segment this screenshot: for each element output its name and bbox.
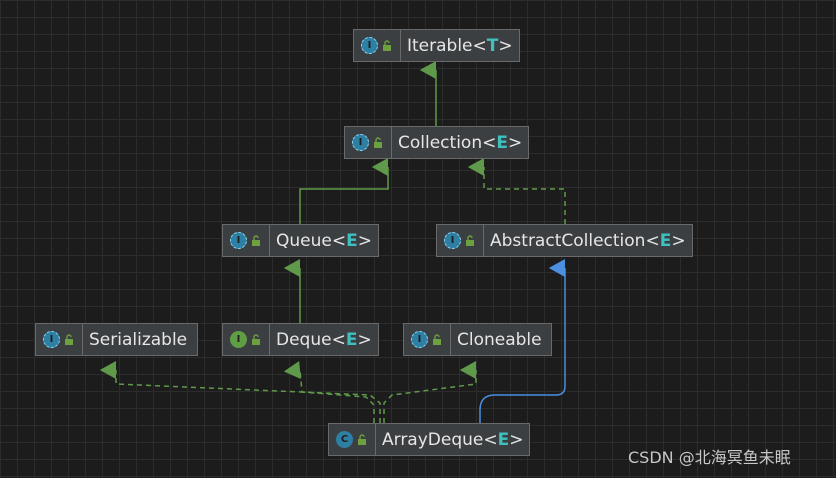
node-iterable[interactable]: I Iterable < T > — [353, 29, 520, 62]
lock-icon — [358, 433, 366, 445]
generic-close: > — [357, 230, 372, 251]
class-name: Cloneable — [457, 329, 542, 350]
class-name: ArrayDeque — [382, 429, 484, 450]
generic-close: > — [357, 329, 372, 350]
generic-close: > — [671, 230, 686, 251]
class-name: Collection — [398, 132, 483, 153]
class-name: Queue — [276, 230, 332, 251]
abstract-class-icon: I — [352, 134, 369, 151]
generic-close: > — [507, 132, 523, 153]
node-label: Iterable < T > — [401, 30, 513, 61]
watermark: CSDN @北海冥鱼未眠 — [628, 448, 791, 467]
abstract-class-icon: I — [411, 331, 428, 348]
node-label: Queue < E > — [270, 225, 372, 256]
class-name: AbstractCollection — [490, 230, 646, 251]
node-array-deque[interactable]: C ArrayDeque < E > — [328, 423, 530, 456]
lock-icon — [252, 234, 260, 246]
generic-open: < — [482, 132, 497, 153]
node-label: Serializable — [83, 324, 187, 355]
node-cloneable[interactable]: I Cloneable — [403, 323, 552, 356]
node-abstract-collection[interactable]: I AbstractCollection < E > — [436, 224, 693, 257]
lock-icon — [252, 333, 260, 345]
type-param: E — [497, 429, 510, 450]
type-param: E — [346, 230, 358, 251]
abstract-class-icon: I — [43, 331, 60, 348]
generic-open: < — [331, 329, 346, 350]
abstract-class-icon: I — [230, 232, 247, 249]
node-label: AbstractCollection < E > — [484, 225, 686, 256]
node-label: Cloneable — [451, 324, 542, 355]
type-param: E — [659, 230, 672, 251]
type-param: E — [345, 329, 358, 350]
class-name: Serializable — [89, 329, 188, 350]
node-queue[interactable]: I Queue < E > — [222, 224, 379, 257]
node-serializable[interactable]: I Serializable — [35, 323, 198, 356]
edge-arraydeque-deque — [283, 361, 375, 423]
class-name: Deque — [276, 329, 332, 350]
generic-close: > — [509, 429, 524, 450]
lock-icon — [433, 333, 441, 345]
abstract-class-icon: I — [361, 37, 378, 54]
inheritance-edges — [99, 61, 566, 423]
edge-arraydeque-serializable — [99, 361, 381, 423]
lock-icon — [466, 234, 474, 246]
node-collection[interactable]: I Collection < E > — [344, 126, 529, 159]
type-param: T — [486, 35, 499, 56]
node-label: Collection < E > — [392, 127, 522, 158]
generic-close: > — [498, 35, 513, 56]
interface-icon: I — [230, 331, 247, 348]
class-icon: C — [336, 431, 353, 448]
generic-open: < — [472, 35, 487, 56]
generic-open: < — [331, 230, 347, 251]
abstract-class-icon: I — [444, 232, 461, 249]
class-name: Iterable — [407, 35, 473, 56]
edge-queue-collection — [299, 158, 389, 224]
type-param: E — [496, 132, 508, 153]
lock-icon — [383, 39, 391, 51]
node-label: ArrayDeque < E > — [376, 424, 524, 455]
edge-arraydeque-cloneable — [383, 361, 477, 423]
node-label: Deque < E > — [270, 324, 372, 355]
generic-open: < — [483, 429, 498, 450]
generic-open: < — [645, 230, 660, 251]
lock-icon — [374, 136, 382, 148]
lock-icon — [65, 333, 73, 345]
edge-abstractcollection-collection — [467, 158, 566, 224]
node-deque[interactable]: I Deque < E > — [222, 323, 379, 356]
